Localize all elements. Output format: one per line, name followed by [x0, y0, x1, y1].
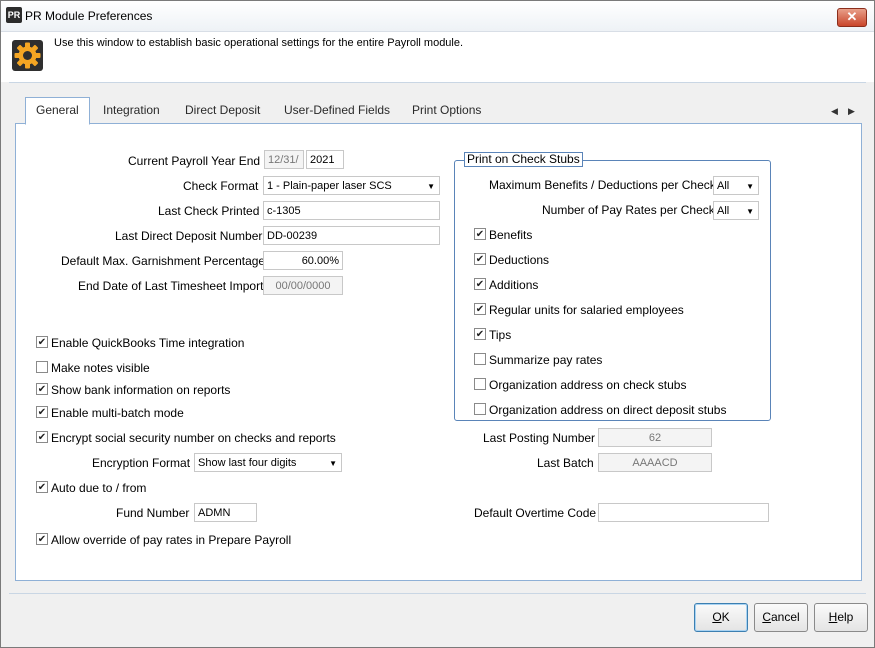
num-pay-rates-value: All	[717, 205, 730, 217]
allow-override-label: Allow override of pay rates in Prepare P…	[51, 533, 292, 547]
multi-batch-checkbox[interactable]	[36, 406, 48, 418]
stub-regular-units-checkbox[interactable]	[474, 303, 486, 315]
stub-benefits-checkbox[interactable]	[474, 228, 486, 240]
stub-tips-checkbox[interactable]	[474, 328, 486, 340]
help-button[interactable]: Help	[814, 603, 868, 632]
print-on-stubs-title: Print on Check Stubs	[464, 152, 583, 167]
last-check-printed-label: Last Check Printed	[158, 204, 260, 218]
tab-strip: General Integration Direct Deposit User-…	[15, 97, 861, 125]
tab-general[interactable]: General	[25, 97, 90, 125]
stub-org-address-check-checkbox[interactable]	[474, 378, 486, 390]
auto-due-label: Auto due to / from	[51, 481, 147, 495]
header-divider	[9, 82, 866, 83]
cancel-button-label: ancel	[770, 610, 800, 624]
notes-visible-checkbox[interactable]	[36, 361, 48, 373]
stub-benefits-label: Benefits	[489, 228, 533, 242]
close-button[interactable]: ✕	[837, 8, 867, 27]
stub-org-address-dd-checkbox[interactable]	[474, 403, 486, 415]
last-posting-number-field: 62	[598, 428, 712, 447]
fund-number-label: Fund Number	[116, 506, 190, 520]
max-benefits-select[interactable]: All ▼	[713, 176, 759, 195]
num-pay-rates-select[interactable]: All ▼	[713, 201, 759, 220]
fund-number-input[interactable]: ADMN	[194, 503, 257, 522]
app-icon: PR	[6, 7, 22, 23]
stub-deductions-checkbox[interactable]	[474, 253, 486, 265]
garnishment-pct-input[interactable]: 60.00%	[263, 251, 343, 270]
check-format-select[interactable]: 1 - Plain-paper laser SCS ▼	[263, 176, 440, 195]
max-benefits-label: Maximum Benefits / Deductions per Check	[489, 178, 716, 192]
stub-regular-units-label: Regular units for salaried employees	[489, 303, 684, 317]
max-benefits-value: All	[717, 180, 730, 192]
tab-integration[interactable]: Integration	[93, 98, 170, 123]
last-batch-label: Last Batch	[537, 456, 594, 470]
header-banner: Use this window to establish basic opera…	[1, 32, 874, 82]
num-pay-rates-label: Number of Pay Rates per Check	[542, 203, 715, 217]
stub-additions-checkbox[interactable]	[474, 278, 486, 290]
show-bank-info-label: Show bank information on reports	[51, 383, 231, 397]
tab-direct-deposit[interactable]: Direct Deposit	[175, 98, 270, 123]
chevron-down-icon: ▼	[746, 207, 754, 216]
stub-tips-label: Tips	[489, 328, 512, 342]
ok-button-accelerator: O	[712, 610, 722, 624]
tab-print-options[interactable]: Print Options	[402, 98, 491, 123]
chevron-down-icon: ▼	[746, 182, 754, 191]
last-posting-number-label: Last Posting Number	[483, 431, 596, 445]
tab-scroll-right-icon[interactable]: ▶	[848, 106, 855, 117]
help-button-label: elp	[837, 610, 854, 624]
ok-button-label: K	[721, 610, 730, 624]
allow-override-checkbox[interactable]	[36, 533, 48, 545]
notes-visible-label: Make notes visible	[51, 361, 150, 375]
auto-due-checkbox[interactable]	[36, 481, 48, 493]
tab-user-defined-fields[interactable]: User-Defined Fields	[274, 98, 400, 123]
tab-scroll-left-icon[interactable]: ◀	[831, 106, 838, 117]
header-description: Use this window to establish basic opera…	[54, 37, 464, 49]
chevron-down-icon: ▼	[329, 459, 337, 468]
encryption-format-label: Encryption Format	[92, 456, 191, 470]
last-direct-deposit-label: Last Direct Deposit Number	[115, 229, 263, 243]
title-bar[interactable]: PR PR Module Preferences ✕	[1, 1, 874, 32]
multi-batch-label: Enable multi-batch mode	[51, 406, 184, 420]
stub-deductions-label: Deductions	[489, 253, 550, 267]
last-direct-deposit-input[interactable]: DD-00239	[263, 226, 440, 245]
default-overtime-code-input[interactable]	[598, 503, 769, 522]
last-batch-field: AAAACD	[598, 453, 712, 472]
preferences-window: PR PR Module Preferences ✕ Use this wind…	[0, 0, 875, 648]
enable-qb-time-checkbox[interactable]	[36, 336, 48, 348]
stub-org-address-dd-label: Organization address on direct deposit s…	[489, 403, 727, 417]
stub-org-address-check-label: Organization address on check stubs	[489, 378, 687, 392]
ok-button[interactable]: OK	[694, 603, 748, 632]
enable-qb-time-label: Enable QuickBooks Time integration	[51, 336, 245, 350]
check-format-value: 1 - Plain-paper laser SCS	[267, 180, 392, 192]
encryption-format-select[interactable]: Show last four digits ▼	[194, 453, 342, 472]
show-bank-info-checkbox[interactable]	[36, 383, 48, 395]
check-format-label: Check Format	[183, 179, 259, 193]
encryption-format-value: Show last four digits	[198, 457, 297, 469]
last-timesheet-import-label: End Date of Last Timesheet Import	[78, 279, 264, 293]
footer-divider	[9, 593, 866, 594]
garnishment-pct-label: Default Max. Garnishment Percentage	[61, 254, 266, 268]
chevron-down-icon: ▼	[427, 182, 435, 191]
last-check-printed-input[interactable]: c-1305	[263, 201, 440, 220]
gear-icon	[12, 40, 43, 71]
cancel-button[interactable]: Cancel	[754, 603, 808, 632]
cancel-button-accelerator: C	[762, 610, 771, 624]
window-title: PR Module Preferences	[25, 9, 153, 23]
last-timesheet-import-field: 00/00/0000	[263, 276, 343, 295]
stub-summarize-label: Summarize pay rates	[489, 353, 603, 367]
stub-additions-label: Additions	[489, 278, 539, 292]
payroll-year-end-label: Current Payroll Year End	[128, 154, 261, 168]
stub-summarize-checkbox[interactable]	[474, 353, 486, 365]
encrypt-ssn-checkbox[interactable]	[36, 431, 48, 443]
payroll-year-end-year-input[interactable]: 2021	[306, 150, 344, 169]
payroll-year-end-date: 12/31/	[264, 150, 304, 169]
encrypt-ssn-label: Encrypt social security number on checks…	[51, 431, 336, 445]
default-overtime-code-label: Default Overtime Code	[474, 506, 597, 520]
